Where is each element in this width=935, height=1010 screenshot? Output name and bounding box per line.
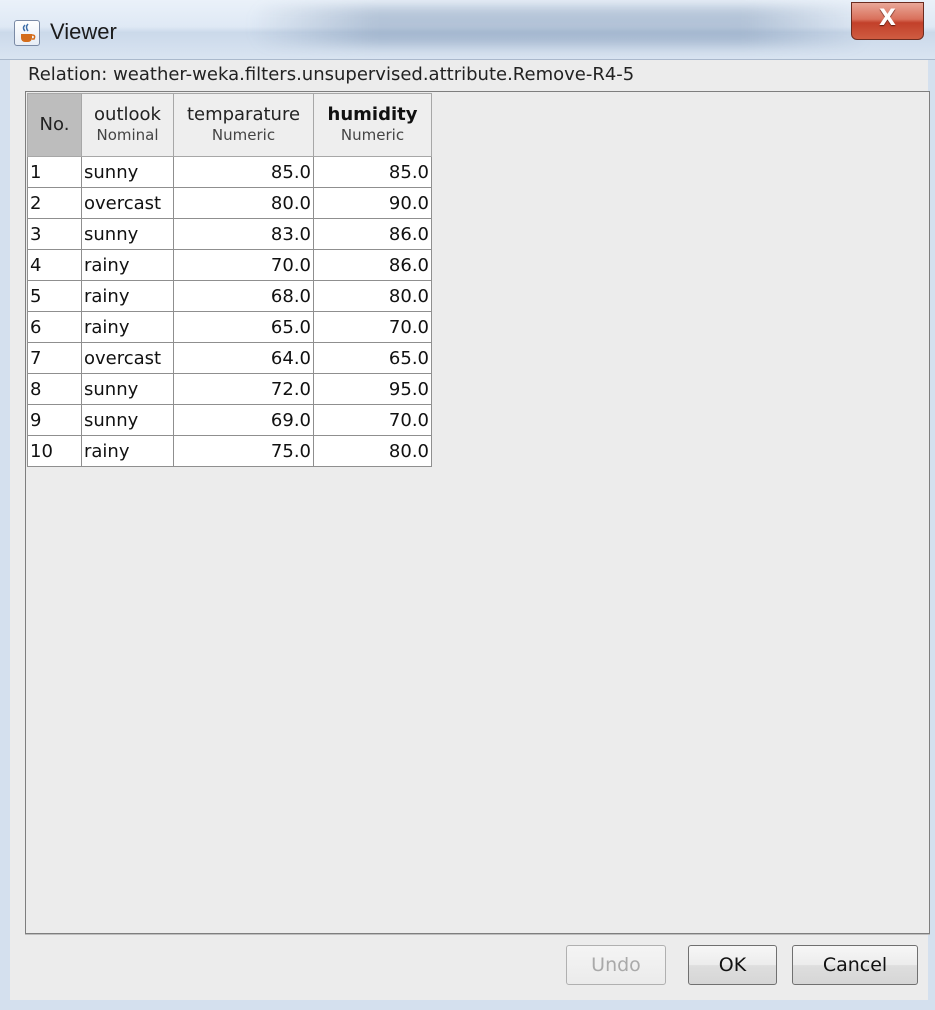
cell-humidity[interactable]: 80.0 xyxy=(313,280,432,312)
cell-humidity[interactable]: 80.0 xyxy=(313,435,432,467)
cell-outlook[interactable]: sunny xyxy=(81,373,174,405)
cell-humidity[interactable]: 90.0 xyxy=(313,187,432,219)
cell-temparature[interactable]: 80.0 xyxy=(173,187,314,219)
table-header-row: No. outlook Nominal temparature Numeric … xyxy=(27,93,432,157)
cell-outlook[interactable]: overcast xyxy=(81,187,174,219)
cell-no[interactable]: 9 xyxy=(27,404,82,436)
cell-outlook[interactable]: sunny xyxy=(81,218,174,250)
header-temparature[interactable]: temparature Numeric xyxy=(173,93,314,157)
cell-temparature[interactable]: 65.0 xyxy=(173,311,314,343)
header-no-label: No. xyxy=(39,114,70,135)
table-row[interactable]: 1 sunny 85.0 85.0 xyxy=(27,156,432,188)
cell-temparature[interactable]: 69.0 xyxy=(173,404,314,436)
table-row[interactable]: 6 rainy 65.0 70.0 xyxy=(27,311,432,343)
relation-label: Relation: weather-weka.filters.unsupervi… xyxy=(28,64,635,85)
ok-button[interactable]: OK xyxy=(688,945,777,985)
frame-bottom xyxy=(0,1000,935,1010)
cell-temparature[interactable]: 75.0 xyxy=(173,435,314,467)
header-outlook[interactable]: outlook Nominal xyxy=(81,93,174,157)
cell-no[interactable]: 8 xyxy=(27,373,82,405)
undo-button[interactable]: Undo xyxy=(566,945,666,985)
cell-temparature[interactable]: 64.0 xyxy=(173,342,314,374)
cell-outlook[interactable]: rainy xyxy=(81,435,174,467)
cell-humidity[interactable]: 86.0 xyxy=(313,218,432,250)
header-no[interactable]: No. xyxy=(27,93,82,157)
table-row[interactable]: 7 overcast 64.0 65.0 xyxy=(27,342,432,374)
cell-temparature[interactable]: 68.0 xyxy=(173,280,314,312)
header-outlook-type: Nominal xyxy=(96,126,159,144)
button-bar-divider xyxy=(25,934,930,935)
table-row[interactable]: 8 sunny 72.0 95.0 xyxy=(27,373,432,405)
cell-no[interactable]: 2 xyxy=(27,187,82,219)
cell-temparature[interactable]: 83.0 xyxy=(173,218,314,250)
cell-no[interactable]: 3 xyxy=(27,218,82,250)
table-row[interactable]: 3 sunny 83.0 86.0 xyxy=(27,218,432,250)
cell-no[interactable]: 10 xyxy=(27,435,82,467)
cell-outlook[interactable]: sunny xyxy=(81,404,174,436)
cell-humidity[interactable]: 70.0 xyxy=(313,404,432,436)
header-humidity[interactable]: humidity Numeric xyxy=(313,93,432,157)
header-humidity-type: Numeric xyxy=(340,126,405,144)
table-row[interactable]: 10 rainy 75.0 80.0 xyxy=(27,435,432,467)
cell-no[interactable]: 5 xyxy=(27,280,82,312)
header-humidity-name: humidity xyxy=(327,104,418,125)
window-title: Viewer xyxy=(50,19,117,44)
table-row[interactable]: 2 overcast 80.0 90.0 xyxy=(27,187,432,219)
cell-outlook[interactable]: rainy xyxy=(81,311,174,343)
table-row[interactable]: 4 rainy 70.0 86.0 xyxy=(27,249,432,281)
cell-outlook[interactable]: sunny xyxy=(81,156,174,188)
cell-no[interactable]: 4 xyxy=(27,249,82,281)
header-outlook-name: outlook xyxy=(94,104,161,125)
java-cup-icon xyxy=(14,20,40,46)
cell-no[interactable]: 1 xyxy=(27,156,82,188)
header-temparature-type: Numeric xyxy=(211,126,276,144)
table-row[interactable]: 5 rainy 68.0 80.0 xyxy=(27,280,432,312)
cell-outlook[interactable]: rainy xyxy=(81,249,174,281)
close-icon: X xyxy=(879,6,896,31)
cell-humidity[interactable]: 65.0 xyxy=(313,342,432,374)
close-button[interactable]: X xyxy=(851,2,924,40)
cell-outlook[interactable]: rainy xyxy=(81,280,174,312)
table-row[interactable]: 9 sunny 69.0 70.0 xyxy=(27,404,432,436)
viewer-window: Viewer X Relation: weather-weka.filters.… xyxy=(0,0,935,1010)
cell-temparature[interactable]: 85.0 xyxy=(173,156,314,188)
data-table[interactable]: No. outlook Nominal temparature Numeric … xyxy=(27,93,432,467)
cell-humidity[interactable]: 95.0 xyxy=(313,373,432,405)
cell-humidity[interactable]: 86.0 xyxy=(313,249,432,281)
cell-temparature[interactable]: 72.0 xyxy=(173,373,314,405)
cell-no[interactable]: 6 xyxy=(27,311,82,343)
title-bar[interactable]: Viewer X xyxy=(0,0,935,60)
frame-left xyxy=(0,60,10,1010)
cell-outlook[interactable]: overcast xyxy=(81,342,174,374)
cell-no[interactable]: 7 xyxy=(27,342,82,374)
cell-humidity[interactable]: 70.0 xyxy=(313,311,432,343)
cancel-button[interactable]: Cancel xyxy=(792,945,918,985)
cell-temparature[interactable]: 70.0 xyxy=(173,249,314,281)
header-temparature-name: temparature xyxy=(186,104,301,125)
cell-humidity[interactable]: 85.0 xyxy=(313,156,432,188)
title-bar-glow xyxy=(250,6,870,46)
